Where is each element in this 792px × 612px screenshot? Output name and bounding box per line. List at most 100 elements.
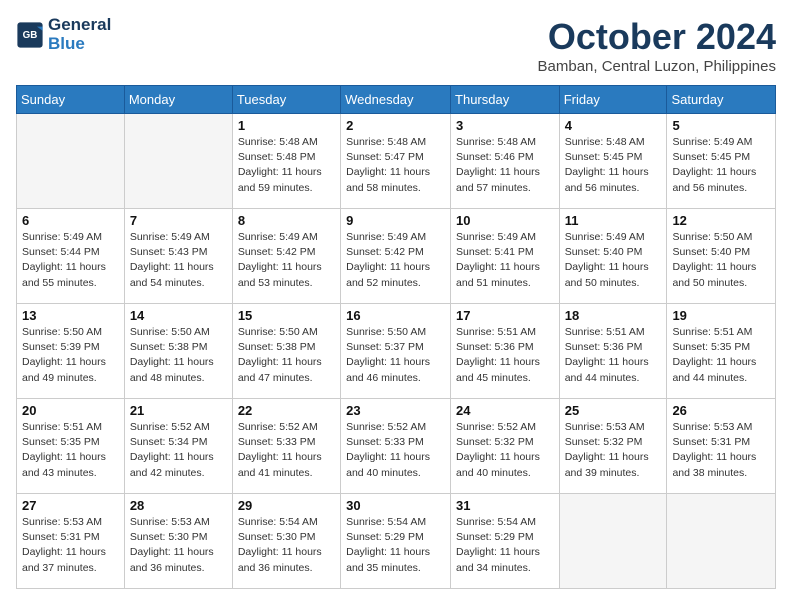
day-number: 4: [565, 118, 662, 133]
calendar-cell: 31 Sunrise: 5:54 AM Sunset: 5:29 PM Dayl…: [451, 494, 560, 589]
day-info: Sunrise: 5:52 AM Sunset: 5:33 PM Dayligh…: [346, 420, 445, 481]
day-info: Sunrise: 5:49 AM Sunset: 5:40 PM Dayligh…: [565, 230, 662, 291]
calendar-cell: 6 Sunrise: 5:49 AM Sunset: 5:44 PM Dayli…: [17, 209, 125, 304]
day-number: 16: [346, 308, 445, 323]
day-number: 13: [22, 308, 119, 323]
logo-text-line2: Blue: [48, 35, 111, 54]
day-number: 9: [346, 213, 445, 228]
day-info: Sunrise: 5:50 AM Sunset: 5:39 PM Dayligh…: [22, 325, 119, 386]
day-number: 14: [130, 308, 227, 323]
day-info: Sunrise: 5:52 AM Sunset: 5:32 PM Dayligh…: [456, 420, 554, 481]
day-info: Sunrise: 5:48 AM Sunset: 5:45 PM Dayligh…: [565, 135, 662, 196]
week-row-4: 20 Sunrise: 5:51 AM Sunset: 5:35 PM Dayl…: [17, 399, 776, 494]
week-row-2: 6 Sunrise: 5:49 AM Sunset: 5:44 PM Dayli…: [17, 209, 776, 304]
page-header: GB General Blue October 2024 Bamban, Cen…: [16, 16, 776, 75]
calendar-cell: 24 Sunrise: 5:52 AM Sunset: 5:32 PM Dayl…: [451, 399, 560, 494]
day-number: 11: [565, 213, 662, 228]
calendar-cell: [559, 494, 667, 589]
calendar-table: SundayMondayTuesdayWednesdayThursdayFrid…: [16, 85, 776, 589]
calendar-cell: 18 Sunrise: 5:51 AM Sunset: 5:36 PM Dayl…: [559, 304, 667, 399]
calendar-cell: 30 Sunrise: 5:54 AM Sunset: 5:29 PM Dayl…: [341, 494, 451, 589]
title-block: October 2024 Bamban, Central Luzon, Phil…: [538, 16, 776, 75]
day-info: Sunrise: 5:49 AM Sunset: 5:42 PM Dayligh…: [238, 230, 335, 291]
day-number: 27: [22, 498, 119, 513]
column-header-tuesday: Tuesday: [232, 86, 340, 114]
day-number: 1: [238, 118, 335, 133]
calendar-cell: 28 Sunrise: 5:53 AM Sunset: 5:30 PM Dayl…: [124, 494, 232, 589]
day-number: 28: [130, 498, 227, 513]
day-number: 3: [456, 118, 554, 133]
day-number: 22: [238, 403, 335, 418]
svg-text:GB: GB: [23, 29, 38, 40]
day-number: 21: [130, 403, 227, 418]
day-info: Sunrise: 5:54 AM Sunset: 5:30 PM Dayligh…: [238, 515, 335, 576]
calendar-cell: 9 Sunrise: 5:49 AM Sunset: 5:42 PM Dayli…: [341, 209, 451, 304]
day-info: Sunrise: 5:50 AM Sunset: 5:38 PM Dayligh…: [130, 325, 227, 386]
day-number: 31: [456, 498, 554, 513]
day-info: Sunrise: 5:49 AM Sunset: 5:41 PM Dayligh…: [456, 230, 554, 291]
day-info: Sunrise: 5:51 AM Sunset: 5:35 PM Dayligh…: [672, 325, 770, 386]
logo-icon: GB: [16, 21, 44, 49]
column-header-sunday: Sunday: [17, 86, 125, 114]
day-info: Sunrise: 5:54 AM Sunset: 5:29 PM Dayligh…: [456, 515, 554, 576]
day-info: Sunrise: 5:50 AM Sunset: 5:38 PM Dayligh…: [238, 325, 335, 386]
day-info: Sunrise: 5:49 AM Sunset: 5:43 PM Dayligh…: [130, 230, 227, 291]
day-info: Sunrise: 5:48 AM Sunset: 5:48 PM Dayligh…: [238, 135, 335, 196]
week-row-5: 27 Sunrise: 5:53 AM Sunset: 5:31 PM Dayl…: [17, 494, 776, 589]
calendar-cell: 25 Sunrise: 5:53 AM Sunset: 5:32 PM Dayl…: [559, 399, 667, 494]
day-number: 17: [456, 308, 554, 323]
calendar-cell: 1 Sunrise: 5:48 AM Sunset: 5:48 PM Dayli…: [232, 114, 340, 209]
day-info: Sunrise: 5:53 AM Sunset: 5:31 PM Dayligh…: [672, 420, 770, 481]
location-subtitle: Bamban, Central Luzon, Philippines: [538, 58, 776, 75]
day-number: 24: [456, 403, 554, 418]
day-number: 12: [672, 213, 770, 228]
day-info: Sunrise: 5:53 AM Sunset: 5:32 PM Dayligh…: [565, 420, 662, 481]
day-number: 18: [565, 308, 662, 323]
logo: GB General Blue: [16, 16, 111, 53]
calendar-cell: 29 Sunrise: 5:54 AM Sunset: 5:30 PM Dayl…: [232, 494, 340, 589]
day-number: 25: [565, 403, 662, 418]
calendar-cell: 15 Sunrise: 5:50 AM Sunset: 5:38 PM Dayl…: [232, 304, 340, 399]
calendar-cell: 21 Sunrise: 5:52 AM Sunset: 5:34 PM Dayl…: [124, 399, 232, 494]
calendar-cell: 2 Sunrise: 5:48 AM Sunset: 5:47 PM Dayli…: [341, 114, 451, 209]
calendar-cell: 5 Sunrise: 5:49 AM Sunset: 5:45 PM Dayli…: [667, 114, 776, 209]
month-title: October 2024: [538, 16, 776, 58]
column-header-monday: Monday: [124, 86, 232, 114]
day-info: Sunrise: 5:49 AM Sunset: 5:45 PM Dayligh…: [672, 135, 770, 196]
day-number: 20: [22, 403, 119, 418]
day-number: 29: [238, 498, 335, 513]
calendar-cell: 7 Sunrise: 5:49 AM Sunset: 5:43 PM Dayli…: [124, 209, 232, 304]
calendar-header-row: SundayMondayTuesdayWednesdayThursdayFrid…: [17, 86, 776, 114]
column-header-saturday: Saturday: [667, 86, 776, 114]
calendar-cell: 8 Sunrise: 5:49 AM Sunset: 5:42 PM Dayli…: [232, 209, 340, 304]
day-number: 23: [346, 403, 445, 418]
calendar-cell: 11 Sunrise: 5:49 AM Sunset: 5:40 PM Dayl…: [559, 209, 667, 304]
day-number: 19: [672, 308, 770, 323]
logo-text-line1: General: [48, 16, 111, 35]
day-number: 7: [130, 213, 227, 228]
column-header-wednesday: Wednesday: [341, 86, 451, 114]
day-info: Sunrise: 5:51 AM Sunset: 5:36 PM Dayligh…: [456, 325, 554, 386]
calendar-cell: 16 Sunrise: 5:50 AM Sunset: 5:37 PM Dayl…: [341, 304, 451, 399]
day-number: 5: [672, 118, 770, 133]
day-info: Sunrise: 5:49 AM Sunset: 5:44 PM Dayligh…: [22, 230, 119, 291]
calendar-cell: [17, 114, 125, 209]
day-info: Sunrise: 5:51 AM Sunset: 5:35 PM Dayligh…: [22, 420, 119, 481]
day-number: 15: [238, 308, 335, 323]
day-number: 8: [238, 213, 335, 228]
calendar-cell: 14 Sunrise: 5:50 AM Sunset: 5:38 PM Dayl…: [124, 304, 232, 399]
calendar-cell: 19 Sunrise: 5:51 AM Sunset: 5:35 PM Dayl…: [667, 304, 776, 399]
day-info: Sunrise: 5:50 AM Sunset: 5:40 PM Dayligh…: [672, 230, 770, 291]
day-info: Sunrise: 5:53 AM Sunset: 5:30 PM Dayligh…: [130, 515, 227, 576]
day-number: 2: [346, 118, 445, 133]
week-row-3: 13 Sunrise: 5:50 AM Sunset: 5:39 PM Dayl…: [17, 304, 776, 399]
calendar-cell: 10 Sunrise: 5:49 AM Sunset: 5:41 PM Dayl…: [451, 209, 560, 304]
calendar-cell: 17 Sunrise: 5:51 AM Sunset: 5:36 PM Dayl…: [451, 304, 560, 399]
day-info: Sunrise: 5:54 AM Sunset: 5:29 PM Dayligh…: [346, 515, 445, 576]
column-header-thursday: Thursday: [451, 86, 560, 114]
calendar-cell: 13 Sunrise: 5:50 AM Sunset: 5:39 PM Dayl…: [17, 304, 125, 399]
day-info: Sunrise: 5:52 AM Sunset: 5:34 PM Dayligh…: [130, 420, 227, 481]
day-info: Sunrise: 5:50 AM Sunset: 5:37 PM Dayligh…: [346, 325, 445, 386]
calendar-cell: 4 Sunrise: 5:48 AM Sunset: 5:45 PM Dayli…: [559, 114, 667, 209]
week-row-1: 1 Sunrise: 5:48 AM Sunset: 5:48 PM Dayli…: [17, 114, 776, 209]
